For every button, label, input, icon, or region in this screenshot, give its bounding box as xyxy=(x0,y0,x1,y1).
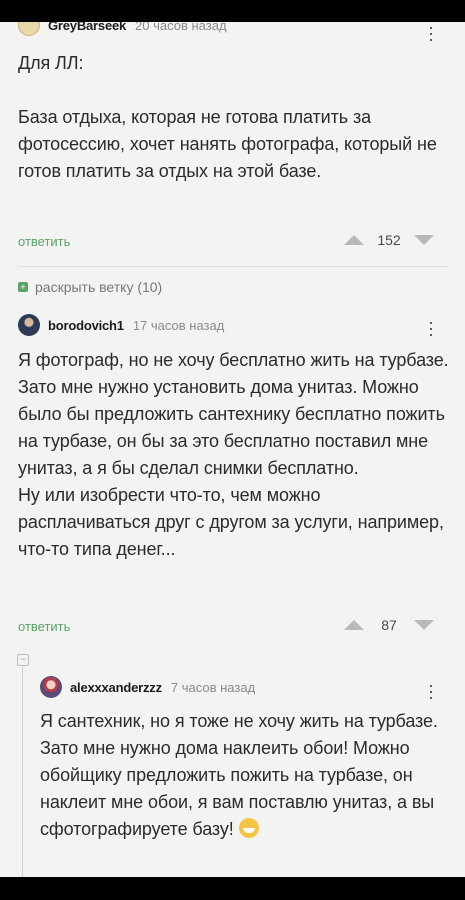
comment-text-body: Я сантехник, но я тоже не хочу жить на т… xyxy=(40,711,438,839)
comment-header: GreyBarseek 20 часов назад xyxy=(18,22,227,36)
reply-button[interactable]: ответить xyxy=(18,234,70,249)
comment-score: 87 xyxy=(381,617,397,633)
rating: 87 xyxy=(344,617,434,633)
more-vertical-icon[interactable]: · · · xyxy=(428,676,434,706)
comment-author[interactable]: alexxxanderzzz xyxy=(70,680,162,695)
system-bar xyxy=(0,877,465,900)
more-vertical-icon[interactable]: · · · xyxy=(428,22,434,48)
comment-author[interactable]: borodovich1 xyxy=(48,318,124,333)
comment-author[interactable]: GreyBarseek xyxy=(48,22,126,33)
comment-header: borodovich1 17 часов назад xyxy=(18,314,224,336)
comment-text: Я фотограф, но не хочу бесплатно жить на… xyxy=(18,350,449,559)
comment-score: 152 xyxy=(377,232,401,248)
avatar[interactable] xyxy=(18,22,40,36)
comment-time: 17 часов назад xyxy=(132,317,225,333)
expand-branch-label: раскрыть ветку (10) xyxy=(35,279,163,295)
arrow-up-icon[interactable] xyxy=(344,620,364,630)
comment-text: Для ЛЛ: База отдыха, которая не готова п… xyxy=(18,53,437,181)
rating: 152 xyxy=(344,232,434,248)
avatar[interactable] xyxy=(18,314,40,336)
arrow-down-icon[interactable] xyxy=(414,620,434,630)
comments-screen: GreyBarseek 20 часов назад · · · Для ЛЛ: Б… xyxy=(0,22,465,877)
grinning-face-icon xyxy=(238,818,259,838)
plus-icon: + xyxy=(18,282,28,292)
divider xyxy=(18,266,447,267)
avatar[interactable] xyxy=(40,676,62,698)
minus-icon[interactable]: − xyxy=(17,654,29,666)
expand-branch-button[interactable]: + раскрыть ветку (10) xyxy=(18,279,162,295)
arrow-down-icon[interactable] xyxy=(414,235,434,245)
comment-time: 7 часов назад xyxy=(170,679,256,695)
arrow-up-icon[interactable] xyxy=(344,235,364,245)
comment-time: 20 часов назад xyxy=(135,22,227,33)
thread-line[interactable] xyxy=(22,667,23,877)
reply-button[interactable]: ответить xyxy=(18,619,70,634)
comment-text: Я сантехник, но я тоже не хочу жить на т… xyxy=(40,708,450,843)
comment-header: alexxxanderzzz 7 часов назад xyxy=(40,676,255,698)
more-vertical-icon[interactable]: · · · xyxy=(428,313,434,343)
